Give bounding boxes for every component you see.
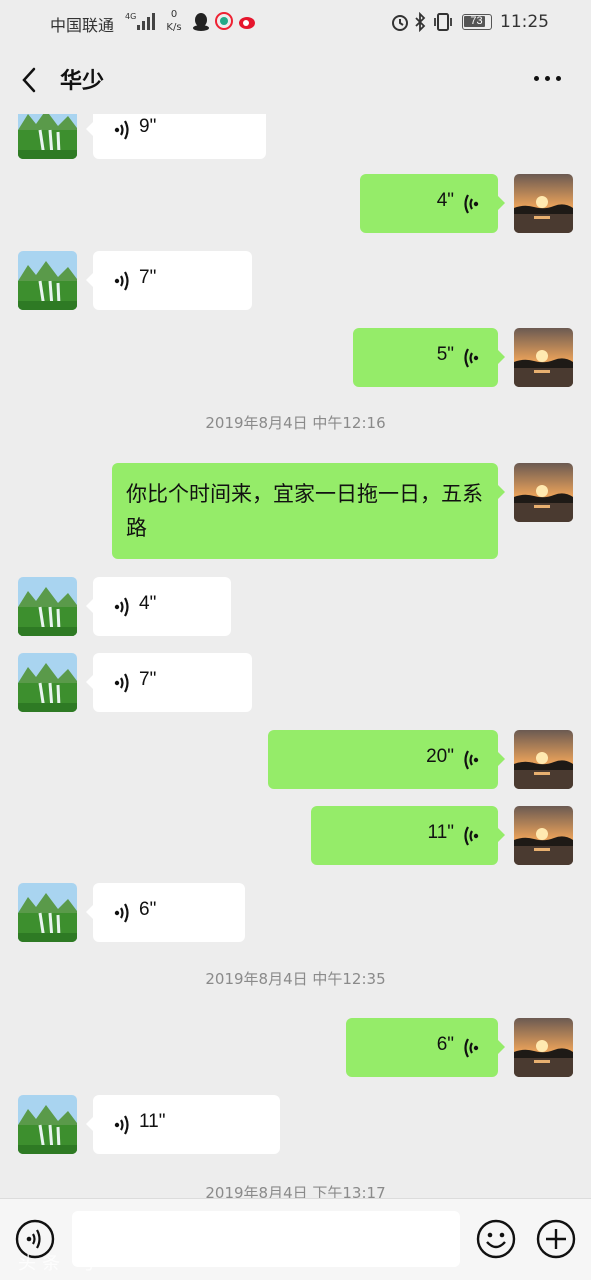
message-text: 你比个时间来，宜家一日拖一日，五系路 [126,482,483,540]
contact-avatar[interactable] [18,653,77,712]
voice-wave-icon [114,120,129,140]
my-avatar[interactable] [514,730,573,789]
voice-message-bubble[interactable]: 11" [86,1095,280,1154]
contact-avatar[interactable] [18,114,77,159]
input-bar: 头条 号 [0,1198,591,1280]
app-notification-icon [215,12,233,30]
voice-duration: 20" [426,746,454,767]
contact-avatar[interactable] [18,251,77,310]
voice-message-bubble[interactable]: 4" [86,577,231,636]
my-avatar[interactable] [514,174,573,233]
back-arrow-icon[interactable] [18,66,42,94]
voice-wave-icon [114,271,129,291]
contact-avatar[interactable] [18,1095,77,1154]
voice-wave-icon [464,826,479,846]
signal-icon [137,13,155,30]
contact-name: 华少 [60,69,105,94]
voice-message-bubble[interactable]: 6" [86,883,245,942]
clock: 11:25 [500,12,549,32]
battery-level: 73 [470,15,483,27]
my-avatar[interactable] [514,806,573,865]
voice-duration: 9" [139,116,157,137]
voice-duration: 7" [139,267,157,288]
voice-wave-icon [464,348,479,368]
add-more-icon[interactable] [536,1219,576,1259]
timestamp: 2019年8月4日 中午12:16 [205,414,386,432]
voice-message-bubble[interactable]: 11" [311,806,505,865]
voice-duration: 4" [139,593,157,614]
qq-icon [193,13,209,31]
voice-message-bubble[interactable]: 6" [346,1018,505,1077]
text-message-bubble[interactable]: 你比个时间来，宜家一日拖一日，五系路 [112,463,505,559]
voice-wave-icon [464,750,479,770]
voice-wave-icon [464,194,479,214]
voice-duration: 4" [436,190,454,211]
voice-duration: 7" [139,669,157,690]
voice-duration: 6" [436,1034,454,1055]
weibo-icon [239,17,255,29]
battery-icon: 73 [462,14,492,30]
voice-message-bubble[interactable]: 20" [268,730,505,789]
voice-wave-icon [114,903,129,923]
voice-message-bubble[interactable]: 7" [86,653,252,712]
alarm-icon [392,15,408,31]
bluetooth-icon [415,12,426,32]
message-input[interactable] [72,1211,460,1267]
network-speed-unit: K/s [166,22,182,33]
carrier-label: 中国联通 [50,16,115,35]
my-avatar[interactable] [514,328,573,387]
network-type: 4G [125,12,137,21]
vibrate-icon [434,13,452,31]
timestamp: 2019年8月4日 中午12:35 [205,970,386,988]
voice-wave-icon [114,597,129,617]
network-speed-value: 0 [170,9,178,20]
voice-message-bubble[interactable]: 4" [360,174,505,233]
contact-avatar[interactable] [18,577,77,636]
voice-duration: 11" [427,822,454,843]
voice-wave-icon [114,1115,129,1135]
emoji-icon[interactable] [476,1219,516,1259]
timestamp: 2019年8月4日 下午13:17 [205,1184,386,1198]
my-avatar[interactable] [514,1018,573,1077]
contact-avatar[interactable] [18,883,77,942]
chat-header: 华少 [0,46,591,114]
watermark-text: 头条 号 [18,1253,102,1274]
status-bar: 中国联通 4G 0 K/s 73 11:25 [0,0,591,46]
more-options-icon[interactable] [534,76,564,84]
voice-message-bubble[interactable]: 7" [86,251,252,310]
voice-message-bubble[interactable]: 5" [353,328,505,387]
message-list[interactable]: 9" 4" 7" 5" 2019年8月4日 中午12:16 你比个时间来，宜家一日拖一日，… [0,114,591,1198]
my-avatar[interactable] [514,463,573,522]
voice-duration: 11" [139,1111,166,1132]
voice-message-bubble[interactable]: 9" [86,114,266,159]
voice-wave-icon [464,1038,479,1058]
voice-duration: 5" [436,344,454,365]
voice-wave-icon [114,673,129,693]
voice-duration: 6" [139,899,157,920]
